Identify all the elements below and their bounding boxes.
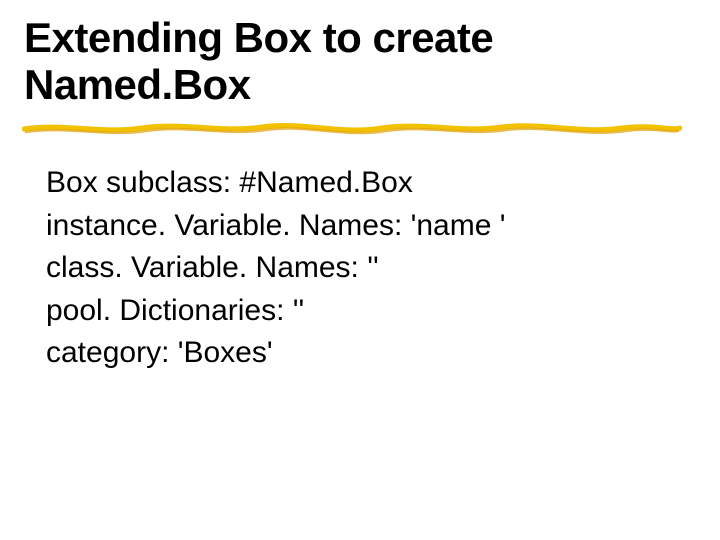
slide-title: Extending Box to create Named.Box bbox=[24, 14, 634, 108]
title-underline bbox=[22, 120, 682, 138]
code-line: class. Variable. Names: '' bbox=[46, 247, 666, 290]
code-line: instance. Variable. Names: 'name ' bbox=[46, 205, 666, 248]
slide: Extending Box to create Named.Box Box su… bbox=[0, 0, 720, 540]
code-line: Box subclass: #Named.Box bbox=[46, 162, 666, 205]
code-line: category: 'Boxes' bbox=[46, 332, 666, 375]
code-line: pool. Dictionaries: '' bbox=[46, 290, 666, 333]
slide-body: Box subclass: #Named.Box instance. Varia… bbox=[46, 162, 666, 375]
